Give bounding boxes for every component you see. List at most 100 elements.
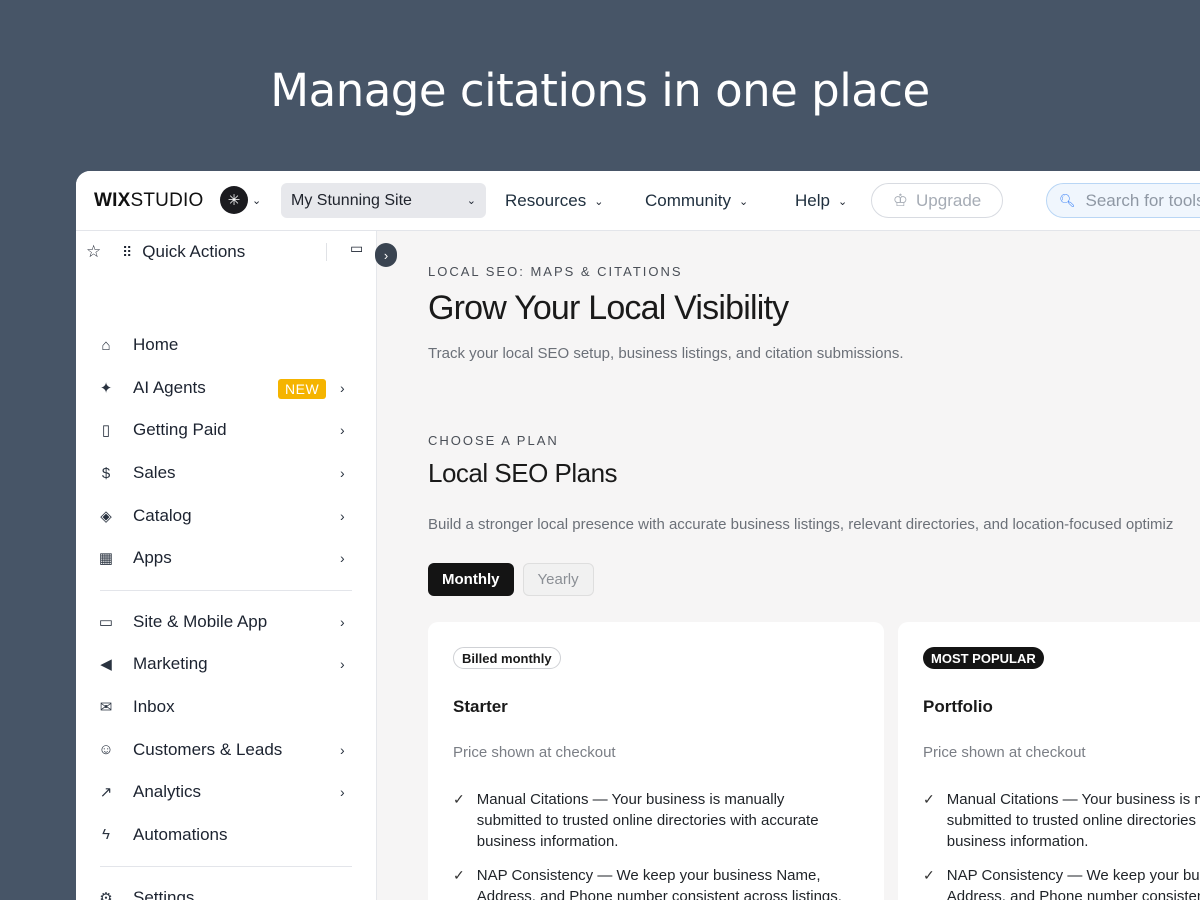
site-selector[interactable]: My Stunning Site ⌄ xyxy=(281,183,486,218)
chevron-down-icon: ⌄ xyxy=(738,195,749,208)
collapse-sidebar-button[interactable]: › xyxy=(375,243,397,267)
chevron-right-icon: › xyxy=(340,784,345,801)
billing-toggle: Monthly Yearly xyxy=(428,563,594,596)
sidebar-item-site-mobile-app[interactable]: ▭ Site & Mobile App › xyxy=(76,601,376,644)
sidebar-item-marketing[interactable]: ◀ Marketing › xyxy=(76,643,376,686)
sidebar-item-getting-paid[interactable]: ▯ Getting Paid › xyxy=(76,409,376,452)
plan-card-portfolio[interactable]: MOST POPULAR Portfolio Price shown at ch… xyxy=(898,622,1200,900)
sidebar-item-label: AI Agents xyxy=(133,377,206,397)
quick-actions-button[interactable]: Quick Actions xyxy=(142,242,245,262)
plan-price: Price shown at checkout xyxy=(923,744,1086,761)
sidebar-item-settings[interactable]: ⚙ Settings xyxy=(76,877,376,900)
sidebar-item-catalog[interactable]: ◈ Catalog › xyxy=(76,494,376,537)
grid-icon: ⠿ xyxy=(122,243,133,260)
sidebar-item-apps[interactable]: ▦ Apps › xyxy=(76,537,376,580)
new-badge: NEW xyxy=(278,378,327,399)
home-icon: ⌂ xyxy=(101,336,111,354)
billing-badge: Billed monthly xyxy=(453,647,561,669)
nav-label: Help xyxy=(795,191,830,210)
sidebar-item-label: Sales xyxy=(133,463,176,483)
page-title: Grow Your Local Visibility xyxy=(428,289,789,327)
gear-icon: ⚙ xyxy=(99,890,113,900)
search-input[interactable]: 🔍︎ Search for tools xyxy=(1046,183,1200,218)
site-name: My Stunning Site xyxy=(291,191,412,209)
apps-icon: ▦ xyxy=(98,550,114,568)
sparkle-icon: ✦ xyxy=(99,379,113,397)
chevron-right-icon: › xyxy=(340,550,345,567)
upgrade-label: Upgrade xyxy=(916,190,982,210)
catalog-icon: ◈ xyxy=(100,507,112,525)
wix-studio-logo[interactable]: WIXSTUDIO xyxy=(94,190,203,212)
sidebar-item-label: Inbox xyxy=(133,697,175,717)
check-icon: ✓ xyxy=(453,867,465,883)
sidebar-item-automations[interactable]: ϟ Automations xyxy=(76,814,376,857)
chevron-right-icon: › xyxy=(340,422,345,439)
sidebar-item-home[interactable]: ⌂ Home xyxy=(76,324,376,367)
page-subtitle: Track your local SEO setup, business lis… xyxy=(428,345,904,362)
plans-subtitle: Build a stronger local presence with acc… xyxy=(428,516,1174,533)
nav-community[interactable]: Community ⌄ xyxy=(645,191,748,211)
sidebar-toggle-icon[interactable]: ▭ xyxy=(350,240,363,257)
hero-title: Manage citations in one place xyxy=(270,64,930,117)
chevron-right-icon: › xyxy=(383,247,389,263)
chevron-right-icon: › xyxy=(340,507,345,524)
divider xyxy=(326,243,327,261)
sidebar-item-customers-leads[interactable]: ☺ Customers & Leads › xyxy=(76,728,376,771)
chevron-right-icon: › xyxy=(340,656,345,673)
logo-bold: WIX xyxy=(94,190,131,211)
plan-name: Starter xyxy=(453,697,508,716)
sidebar-item-analytics[interactable]: ↗ Analytics › xyxy=(76,771,376,814)
invoice-icon: ▯ xyxy=(101,422,111,440)
crown-icon: ♔ xyxy=(892,190,909,210)
sidebar-item-label: Site & Mobile App xyxy=(133,611,268,631)
sidebar-item-ai-agents[interactable]: ✦ AI Agents NEW › xyxy=(76,367,376,410)
plan-price: Price shown at checkout xyxy=(453,744,616,761)
sidebar-item-inbox[interactable]: ✉ Inbox xyxy=(76,686,376,729)
nav-label: Community xyxy=(645,191,731,210)
feature-text: Manual Citations — Your business is manu… xyxy=(946,791,1200,850)
nav-resources[interactable]: Resources ⌄ xyxy=(505,191,603,211)
logo-rest: STUDIO xyxy=(130,190,204,211)
people-icon: ☺ xyxy=(98,741,114,759)
upgrade-button[interactable]: ♔ Upgrade xyxy=(871,183,1003,218)
nav-help[interactable]: Help ⌄ xyxy=(795,191,847,211)
check-icon: ✓ xyxy=(923,791,935,807)
plan-name: Portfolio xyxy=(923,697,993,716)
feature-text: NAP Consistency — We keep your business … xyxy=(476,867,842,900)
sidebar-item-label: Settings xyxy=(133,888,195,900)
feature-text: NAP Consistency — We keep your business … xyxy=(946,867,1200,900)
chevron-right-icon: › xyxy=(340,741,345,758)
page-eyebrow: LOCAL SEO: MAPS & CITATIONS xyxy=(428,264,683,279)
most-popular-badge: MOST POPULAR xyxy=(923,647,1044,669)
menu-divider xyxy=(100,589,352,591)
feature-item: ✓ NAP Consistency — We keep your busines… xyxy=(453,865,853,900)
feature-item: ✓ NAP Consistency — We keep your busines… xyxy=(923,865,1200,900)
sidebar-menu: ⌂ Home ✦ AI Agents NEW › ▯ Getting Paid … xyxy=(76,324,376,900)
star-icon[interactable]: ☆ xyxy=(86,242,106,262)
top-bar: WIXSTUDIO ✳ ⌄ My Stunning Site ⌄ Resourc… xyxy=(76,171,1200,231)
sidebar-item-label: Customers & Leads xyxy=(133,739,283,759)
sidebar: ☆ ⠿ Quick Actions ▭ ⌂ Home ✦ AI Agents N… xyxy=(76,231,377,900)
search-placeholder: Search for tools xyxy=(1085,190,1200,210)
inbox-icon: ✉ xyxy=(99,699,113,717)
sidebar-item-sales[interactable]: $ Sales › xyxy=(76,452,376,495)
plan-card-starter[interactable]: Billed monthly Starter Price shown at ch… xyxy=(428,622,884,900)
plans-title: Local SEO Plans xyxy=(428,458,618,488)
check-icon: ✓ xyxy=(923,867,935,883)
sidebar-item-label: Analytics xyxy=(133,782,202,802)
plans-eyebrow: CHOOSE A PLAN xyxy=(428,433,559,448)
quick-actions-bar: ☆ ⠿ Quick Actions ▭ xyxy=(86,237,366,267)
app-window: WIXSTUDIO ✳ ⌄ My Stunning Site ⌄ Resourc… xyxy=(76,171,1200,900)
monthly-tab[interactable]: Monthly xyxy=(428,563,514,596)
check-icon: ✓ xyxy=(453,791,465,807)
account-menu[interactable]: ✳ ⌄ xyxy=(220,186,261,214)
chevron-right-icon: › xyxy=(340,465,345,482)
chevron-down-icon: ⌄ xyxy=(594,195,604,208)
chevron-down-icon: ⌄ xyxy=(466,195,476,207)
feature-text: Manual Citations — Your business is manu… xyxy=(476,791,819,850)
feature-item: ✓ Manual Citations — Your business is ma… xyxy=(453,789,853,852)
search-icon: 🔍︎ xyxy=(1059,192,1076,208)
yearly-tab[interactable]: Yearly xyxy=(522,563,594,596)
chevron-down-icon: ⌄ xyxy=(252,194,262,207)
devices-icon: ▭ xyxy=(98,613,114,631)
